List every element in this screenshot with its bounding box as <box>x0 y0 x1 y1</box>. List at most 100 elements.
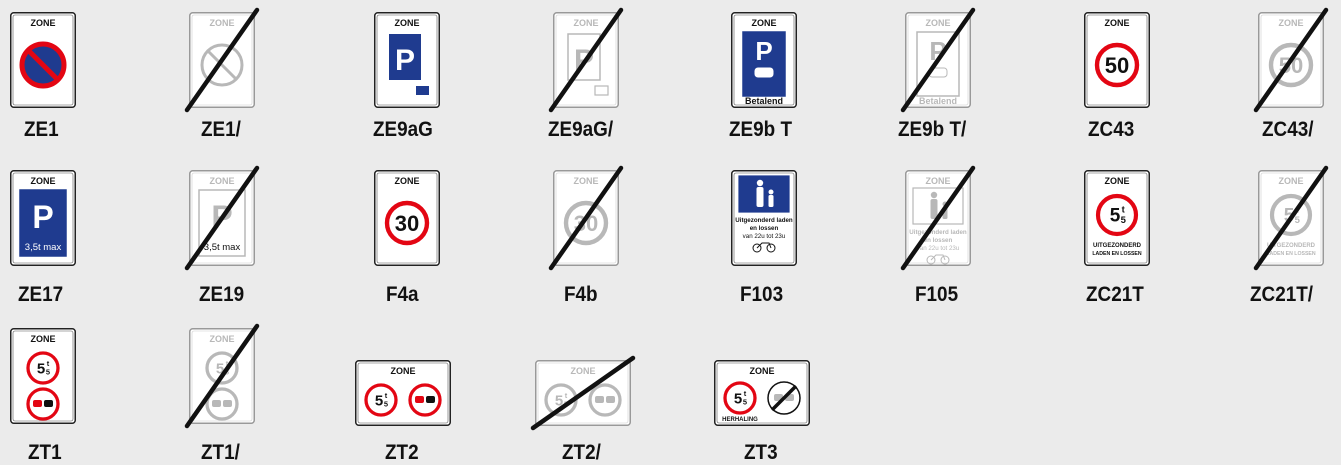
pedestrian-zone-icon: Uitgezonderd ladenen lossenvan 22u tot 2… <box>731 170 797 266</box>
zone-label: ZONE <box>30 334 55 344</box>
caption-line: en lossen <box>750 225 779 232</box>
sign-code-label: ZE9aG/ <box>548 118 614 141</box>
sign-code-label: ZT3 <box>744 441 778 464</box>
sign-zc21t: ZONE 5 t 5 UITGEZONDERD LADEN EN LOSSEN <box>1084 170 1150 266</box>
caption-text: 3,5t max <box>204 242 241 253</box>
zone-label: ZONE <box>749 366 774 376</box>
sign-code-label: ZE1 <box>24 118 59 141</box>
sign-ze17: ZONE P 3,5t max <box>10 170 76 266</box>
sign-code-label: ZC21T <box>1086 283 1144 306</box>
speed-number: 30 <box>395 211 419 236</box>
sign-zc43: ZONE 50 <box>1084 12 1150 108</box>
speed-limit-icon: ZONE 50 <box>1084 12 1150 108</box>
sign-ze1: ZONE <box>10 12 76 108</box>
weight-limit-no-overtaking-icon: ZONE5t5 <box>184 323 260 429</box>
caption-line: en lossen <box>924 237 953 244</box>
caption-text: Betalend <box>745 96 783 106</box>
sign-ze1-end: ZONE <box>184 7 260 113</box>
sign-code-label: ZT1 <box>28 441 62 464</box>
zone-label: ZONE <box>209 176 234 186</box>
weight-number: 5 <box>734 390 742 407</box>
weight-number: 5 <box>37 360 45 377</box>
pedestrian-panel <box>738 175 790 213</box>
parking-letter: P <box>32 199 53 235</box>
zone-label: ZONE <box>30 18 55 28</box>
weight-sub: 5 <box>1121 215 1127 226</box>
sign-zc21t-end: ZONE5t5UITGEZONDERDLADEN EN LOSSEN <box>1253 165 1329 271</box>
sign-zt2: ZONE 5 t 5 <box>355 360 451 426</box>
sign-code-label: ZC21T/ <box>1250 283 1314 306</box>
no-parking-icon: ZONE <box>184 7 260 113</box>
camper-icon <box>416 86 429 95</box>
black-car <box>223 400 232 407</box>
sign-f4b-end: ZONE 30 <box>548 165 624 271</box>
black-car <box>606 396 615 403</box>
zone-label: ZONE <box>1104 18 1129 28</box>
sign-code-label: ZE19 <box>199 283 245 306</box>
red-car <box>595 396 604 403</box>
child-head <box>768 189 774 195</box>
speed-limit-icon: ZONE30 <box>548 165 624 271</box>
speed-number: 50 <box>1105 53 1129 78</box>
weight-limit-no-overtaking-icon: ZONE5t5 <box>10 328 76 424</box>
red-car <box>415 396 424 403</box>
adult-head <box>756 179 764 187</box>
weight-sub: 5 <box>384 399 388 408</box>
zone-label: ZONE <box>1278 176 1303 186</box>
sign-code-label: F105 <box>915 283 959 306</box>
caption-line: LADEN EN LOSSEN <box>1266 251 1316 257</box>
speed-limit-icon: ZONE50 <box>1253 7 1329 113</box>
weight-number: 5 <box>375 392 383 409</box>
parking-weight-icon: ZONE P 3,5t max <box>10 170 76 266</box>
sign-zt2-end: ZONE5t5 <box>530 355 636 431</box>
zone-label: ZONE <box>209 18 234 28</box>
sign-code-label: ZE9b T/ <box>898 118 967 141</box>
zone-label: ZONE <box>573 18 598 28</box>
sign-ze19-end: ZONEP3,5t max <box>184 165 260 271</box>
sign-f105-end: ZONE Uitgezonderd laden en lossen van 22u t… <box>900 165 976 271</box>
zone-label: ZONE <box>394 18 419 28</box>
caption-text: Betalend <box>919 96 957 106</box>
parking-letter: P <box>755 36 772 66</box>
adult-head <box>930 191 938 199</box>
car-icon <box>754 67 774 78</box>
zone-label: ZONE <box>209 334 234 344</box>
weight-sub: 5 <box>743 397 747 406</box>
parking-letter: P <box>395 44 415 77</box>
caption-text: 3,5t max <box>25 242 62 253</box>
caption-line: LADEN EN LOSSEN <box>1092 251 1142 257</box>
red-car <box>33 400 42 407</box>
caption-line: Uitgezonderd laden <box>909 229 967 236</box>
sign-code-label: ZE1/ <box>201 118 241 141</box>
black-car <box>426 396 435 403</box>
weight-sub: 5 <box>46 367 50 376</box>
parking-weight-icon: ZONEP3,5t max <box>184 165 260 271</box>
sign-code-label: F103 <box>740 283 784 306</box>
zone-label: ZONE <box>925 18 950 28</box>
adult-body <box>930 199 938 219</box>
sign-zt1: ZONE 5 t 5 <box>10 328 76 424</box>
sign-code-label: ZE9aG <box>373 118 433 141</box>
sign-f4a: ZONE 30 <box>374 170 440 266</box>
sign-ze9ag: ZONE P <box>374 12 440 108</box>
sign-code-label: F4b <box>564 283 598 306</box>
caption-line: Uitgezonderd laden <box>735 217 793 224</box>
speed-limit-icon: ZONE30 <box>374 170 440 266</box>
caption-text: HERHALING <box>722 417 758 423</box>
sign-f103: Uitgezonderd laden en lossen van 22u tot 2… <box>731 170 797 266</box>
caption-line: UITGEZONDERD <box>1093 243 1142 249</box>
sign-ze9b-t: ZONE P Betalend <box>731 12 797 108</box>
caption-line: van 22u tot 23u <box>917 245 960 252</box>
sign-code-label: ZC43/ <box>1262 118 1314 141</box>
sign-code-label: ZT1/ <box>201 441 240 464</box>
weight-limit-end-overtaking-icon: ZONE5 t5HERHALING <box>714 360 810 426</box>
zone-label: ZONE <box>1104 176 1129 186</box>
sign-zt1-end: ZONE5t5 <box>184 323 260 429</box>
sign-zt3: ZONE 5 t 5 HERHALING <box>714 360 810 426</box>
sign-zc43-end: ZONE 50 <box>1253 7 1329 113</box>
sign-code-label: ZT2 <box>385 441 419 464</box>
zone-label: ZONE <box>573 176 598 186</box>
zone-label: ZONE <box>30 176 55 186</box>
weight-limit-no-overtaking-icon: ZONE5t5 <box>355 360 451 426</box>
sign-code-label: ZE9b T <box>729 118 793 141</box>
